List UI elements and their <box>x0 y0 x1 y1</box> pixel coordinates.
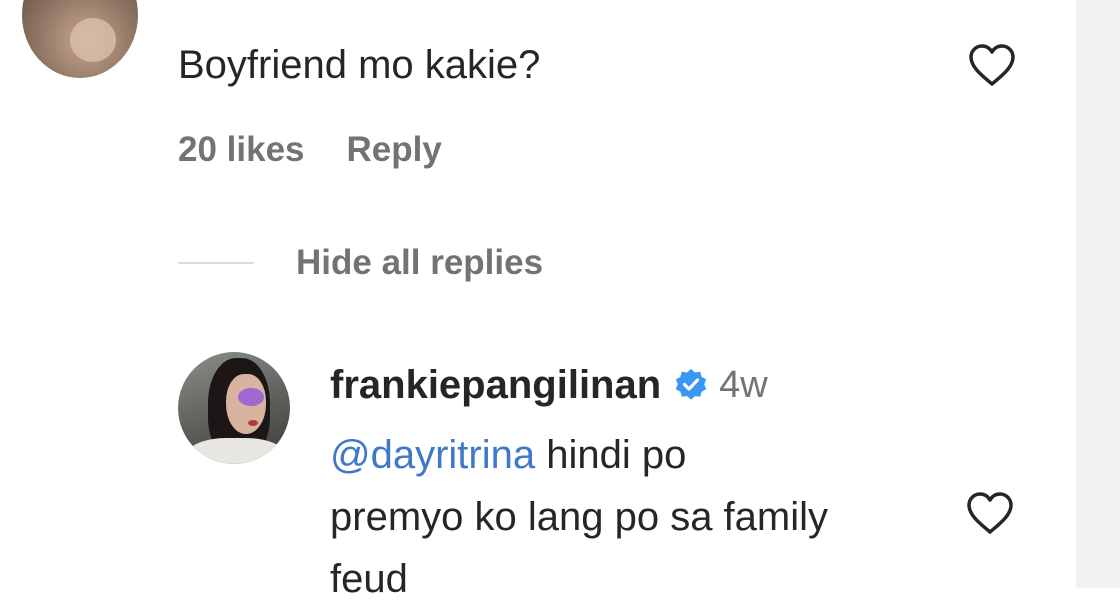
reply-text-line1: hindi po <box>535 433 687 477</box>
reply-like-button[interactable] <box>962 488 1018 538</box>
comment-text: Boyfriend mo kakie? <box>178 43 541 87</box>
mention-link[interactable]: @dayritrina <box>330 433 535 477</box>
reply-text: @dayritrina hindi po premyo ko lang po s… <box>330 424 950 610</box>
hide-replies-button[interactable]: Hide all replies <box>296 243 543 283</box>
like-count[interactable]: 20 likes <box>178 130 305 170</box>
reply-header: frankiepangilinan 4w <box>330 360 768 410</box>
comment-meta: 20 likes Reply <box>178 130 442 170</box>
avatar-shirt <box>188 438 284 464</box>
reply-timestamp[interactable]: 4w <box>719 360 768 410</box>
verified-badge-icon <box>673 367 709 403</box>
replies-toggle[interactable]: Hide all replies <box>178 243 543 283</box>
reply-username[interactable]: frankiepangilinan <box>330 360 661 410</box>
reply-text-line2: premyo ko lang po sa family <box>330 495 829 539</box>
reply-text-line3: feud <box>330 557 408 601</box>
reply-button[interactable]: Reply <box>347 130 442 170</box>
commenter-avatar[interactable] <box>22 0 138 78</box>
comment-like-button[interactable] <box>964 40 1020 90</box>
heart-outline-icon <box>967 492 1013 534</box>
heart-outline-icon <box>969 44 1015 86</box>
avatar-lips <box>248 420 258 426</box>
reply-author-avatar[interactable] <box>178 352 290 464</box>
avatar-glasses <box>238 388 264 406</box>
avatar-face <box>70 18 116 62</box>
side-panel-strip <box>1076 0 1120 588</box>
replies-divider-line <box>178 262 254 264</box>
